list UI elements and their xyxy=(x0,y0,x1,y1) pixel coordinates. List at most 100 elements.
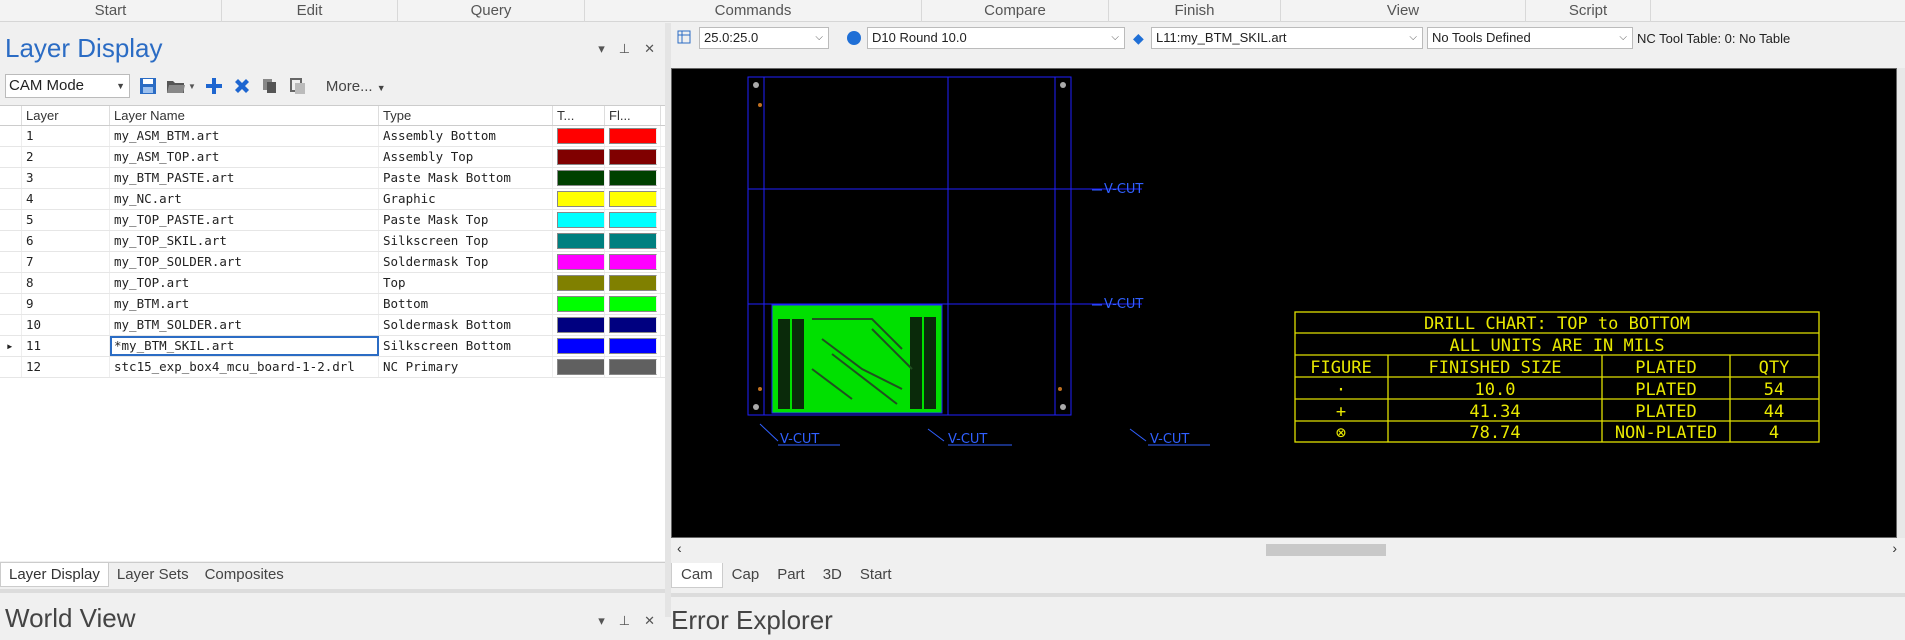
tab-composites[interactable]: Composites xyxy=(197,563,292,587)
header-t[interactable]: T... xyxy=(553,106,605,125)
top-color-swatch[interactable] xyxy=(557,212,604,228)
flip-color-swatch[interactable] xyxy=(609,149,657,165)
layer-name[interactable]: my_ASM_BTM.art xyxy=(110,126,379,146)
table-row[interactable]: 2 my_ASM_TOP.art Assembly Top xyxy=(0,147,665,168)
menu-edit[interactable]: Edit xyxy=(222,0,398,22)
delete-icon[interactable] xyxy=(232,76,252,96)
mode-select[interactable]: CAM Mode ▼ xyxy=(5,74,130,98)
table-row[interactable]: 4 my_NC.art Graphic xyxy=(0,189,665,210)
layer-name[interactable]: stc15_exp_box4_mcu_board-1-2.drl xyxy=(110,357,379,377)
top-color-swatch[interactable] xyxy=(557,191,604,207)
grid-select[interactable]: 25.0:25.0 ⌵ xyxy=(699,27,829,49)
flip-color-cell[interactable] xyxy=(605,168,661,188)
flip-color-swatch[interactable] xyxy=(609,359,657,375)
pin-icon[interactable]: ⊥ xyxy=(619,41,630,57)
top-color-cell[interactable] xyxy=(553,357,605,377)
top-color-swatch[interactable] xyxy=(557,317,604,333)
flip-color-swatch[interactable] xyxy=(609,233,657,249)
flip-color-swatch[interactable] xyxy=(609,254,657,270)
top-color-swatch[interactable] xyxy=(557,128,604,144)
close-icon[interactable]: ✕ xyxy=(644,613,655,629)
open-folder-icon[interactable] xyxy=(166,76,186,96)
menu-commands[interactable]: Commands xyxy=(585,0,922,22)
paste-icon[interactable] xyxy=(288,76,308,96)
top-color-swatch[interactable] xyxy=(557,170,604,186)
layer-name[interactable]: my_TOP.art xyxy=(110,273,379,293)
menu-start[interactable]: Start xyxy=(0,0,222,22)
flip-color-cell[interactable] xyxy=(605,273,661,293)
flip-color-swatch[interactable] xyxy=(609,191,657,207)
layer-name[interactable]: my_BTM.art xyxy=(110,294,379,314)
tab-3d[interactable]: 3D xyxy=(814,563,851,588)
tab-layer-display[interactable]: Layer Display xyxy=(0,563,109,587)
panel-menu-icon[interactable]: ▾ xyxy=(598,41,605,57)
top-color-swatch[interactable] xyxy=(557,233,604,249)
flip-color-cell[interactable] xyxy=(605,189,661,209)
table-row[interactable]: ▸ 11 *my_BTM_SKIL.art Silkscreen Bottom xyxy=(0,336,665,357)
table-row[interactable]: 12 stc15_exp_box4_mcu_board-1-2.drl NC Pri… xyxy=(0,357,665,378)
tab-cam[interactable]: Cam xyxy=(671,563,723,588)
menu-finish[interactable]: Finish xyxy=(1109,0,1281,22)
pin-icon[interactable]: ⊥ xyxy=(619,613,630,629)
scroll-left-icon[interactable]: ‹ xyxy=(677,540,682,556)
flip-color-cell[interactable] xyxy=(605,336,661,356)
table-row[interactable]: 8 my_TOP.art Top xyxy=(0,273,665,294)
flip-color-cell[interactable] xyxy=(605,147,661,167)
table-row[interactable]: 6 my_TOP_SKIL.art Silkscreen Top xyxy=(0,231,665,252)
top-color-cell[interactable] xyxy=(553,168,605,188)
top-color-cell[interactable] xyxy=(553,210,605,230)
table-row[interactable]: 7 my_TOP_SOLDER.art Soldermask Top xyxy=(0,252,665,273)
horizontal-scrollbar[interactable]: ‹ › xyxy=(671,539,1905,559)
top-color-swatch[interactable] xyxy=(557,359,604,375)
flip-color-cell[interactable] xyxy=(605,210,661,230)
tools-select[interactable]: No Tools Defined ⌵ xyxy=(1427,27,1633,49)
flip-color-swatch[interactable] xyxy=(609,317,657,333)
dcode-select[interactable]: D10 Round 10.0 ⌵ xyxy=(867,27,1125,49)
scroll-thumb[interactable] xyxy=(1266,544,1386,556)
menu-compare[interactable]: Compare xyxy=(922,0,1109,22)
more-menu[interactable]: More... ▼ xyxy=(326,78,386,95)
menu-view[interactable]: View xyxy=(1281,0,1526,22)
top-color-cell[interactable] xyxy=(553,315,605,335)
flip-color-swatch[interactable] xyxy=(609,212,657,228)
top-color-cell[interactable] xyxy=(553,189,605,209)
top-color-cell[interactable] xyxy=(553,252,605,272)
flip-color-cell[interactable] xyxy=(605,126,661,146)
flip-color-cell[interactable] xyxy=(605,231,661,251)
tab-layer-sets[interactable]: Layer Sets xyxy=(109,563,197,587)
top-color-swatch[interactable] xyxy=(557,338,604,354)
vertical-scrollbar[interactable] xyxy=(1897,68,1905,538)
flip-color-cell[interactable] xyxy=(605,252,661,272)
layer-name[interactable]: my_NC.art xyxy=(110,189,379,209)
flip-color-swatch[interactable] xyxy=(609,128,657,144)
table-row[interactable]: 10 my_BTM_SOLDER.art Soldermask Bottom xyxy=(0,315,665,336)
menu-query[interactable]: Query xyxy=(398,0,585,22)
header-fl[interactable]: Fl... xyxy=(605,106,661,125)
add-icon[interactable] xyxy=(204,76,224,96)
flip-color-swatch[interactable] xyxy=(609,296,657,312)
layer-name[interactable]: *my_BTM_SKIL.art xyxy=(110,336,379,356)
top-color-cell[interactable] xyxy=(553,273,605,293)
copy-icon[interactable] xyxy=(260,76,280,96)
header-layer-name[interactable]: Layer Name xyxy=(110,106,379,125)
header-type[interactable]: Type xyxy=(379,106,553,125)
layer-name[interactable]: my_BTM_PASTE.art xyxy=(110,168,379,188)
tab-start[interactable]: Start xyxy=(851,563,901,588)
table-row[interactable]: 1 my_ASM_BTM.art Assembly Bottom xyxy=(0,126,665,147)
top-color-swatch[interactable] xyxy=(557,296,604,312)
top-color-cell[interactable] xyxy=(553,147,605,167)
close-icon[interactable]: ✕ xyxy=(644,41,655,57)
panel-menu-icon[interactable]: ▾ xyxy=(598,613,605,629)
top-color-swatch[interactable] xyxy=(557,275,604,291)
cam-canvas[interactable]: V-CUT V-CUT V-CUT V-CUT V-CUT DRILL CHAR… xyxy=(671,68,1897,538)
flip-color-swatch[interactable] xyxy=(609,338,657,354)
flip-color-swatch[interactable] xyxy=(609,275,657,291)
table-row[interactable]: 9 my_BTM.art Bottom xyxy=(0,294,665,315)
top-color-swatch[interactable] xyxy=(557,254,604,270)
layer-select[interactable]: L11:my_BTM_SKIL.art ⌵ xyxy=(1151,27,1423,49)
top-color-swatch[interactable] xyxy=(557,149,604,165)
flip-color-cell[interactable] xyxy=(605,315,661,335)
top-color-cell[interactable] xyxy=(553,126,605,146)
tab-cap[interactable]: Cap xyxy=(723,563,769,588)
top-color-cell[interactable] xyxy=(553,231,605,251)
